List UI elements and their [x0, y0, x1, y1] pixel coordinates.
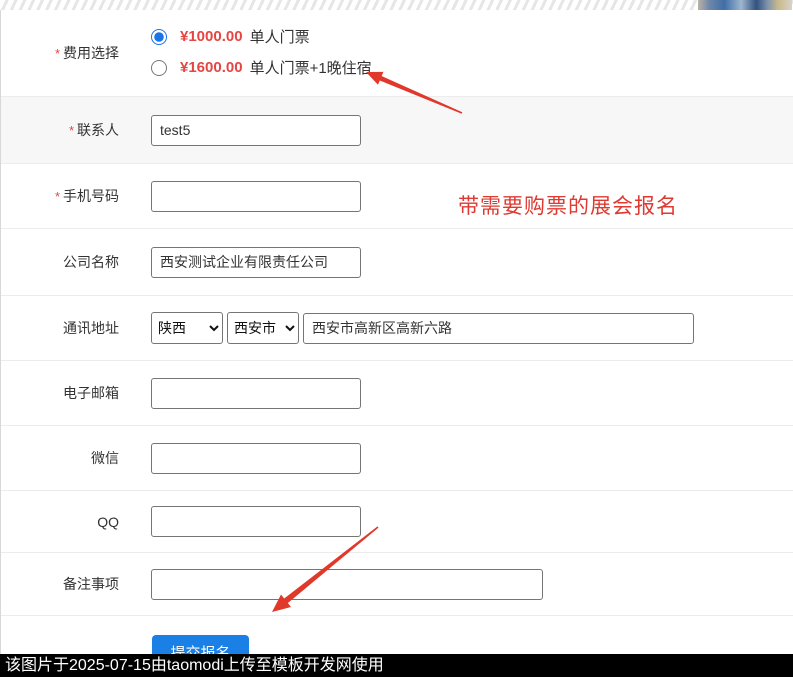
field-control-mobile: [151, 181, 361, 212]
field-control-wechat: [151, 443, 361, 474]
field-label-wechat: 微信: [1, 448, 119, 468]
fee-radio-group: ¥1000.00 单人门票 ¥1600.00 单人门票+1晚住宿: [151, 26, 372, 78]
fee-price: ¥1600.00: [180, 59, 243, 76]
form-row-wechat: 微信: [1, 425, 793, 490]
wechat-input[interactable]: [151, 443, 361, 474]
red-annotation-text: 带需要购票的展会报名: [458, 190, 678, 220]
field-label-text-address: 通讯地址: [63, 320, 119, 336]
company-input[interactable]: [151, 247, 361, 278]
watermark-bar: 该图片于2025-07-15由taomodi上传至模板开发网使用: [0, 654, 793, 677]
registration-form: *费用选择¥1000.00单人门票¥1600.00单人门票+1晚住宿*联系人*手…: [0, 10, 793, 677]
field-label-fee: *费用选择: [1, 43, 119, 63]
field-label-text-company: 公司名称: [63, 254, 119, 270]
field-label-email: 电子邮箱: [1, 383, 119, 403]
form-row-address: 通讯地址 陕西西安市: [1, 295, 793, 360]
field-label-text-remark: 备注事项: [63, 576, 119, 592]
form-rows: *费用选择¥1000.00单人门票¥1600.00单人门票+1晚住宿*联系人*手…: [1, 10, 793, 615]
field-control-qq: [151, 506, 361, 537]
contact-input[interactable]: [151, 115, 361, 146]
field-control-remark: [151, 569, 543, 600]
fee-radio-1-icon[interactable]: [151, 29, 167, 45]
form-row-fee: *费用选择 ¥1000.00 单人门票 ¥1600.00 单人门票+1晚住宿: [1, 10, 793, 96]
fee-desc: 单人门票: [250, 26, 310, 47]
required-asterisk: *: [55, 46, 60, 61]
form-row-contact: *联系人: [1, 96, 793, 163]
address-detail-input[interactable]: [303, 313, 694, 344]
field-control-contact: [151, 115, 361, 146]
field-label-text-contact: 联系人: [77, 122, 119, 138]
field-label-text-fee: 费用选择: [63, 45, 119, 61]
field-label-text-mobile: 手机号码: [63, 188, 119, 204]
fee-option-2[interactable]: ¥1600.00 单人门票+1晚住宿: [151, 57, 372, 78]
fee-desc: 单人门票+1晚住宿: [250, 57, 372, 78]
address-select-province[interactable]: 陕西: [151, 312, 223, 344]
email-input[interactable]: [151, 378, 361, 409]
remark-input[interactable]: [151, 569, 543, 600]
form-row-email: 电子邮箱: [1, 360, 793, 425]
field-label-text-email: 电子邮箱: [63, 385, 119, 401]
field-control-email: [151, 378, 361, 409]
qq-input[interactable]: [151, 506, 361, 537]
field-label-company: 公司名称: [1, 252, 119, 272]
field-label-text-wechat: 微信: [91, 450, 119, 466]
fee-radio-2-icon[interactable]: [151, 60, 167, 76]
required-asterisk: *: [55, 189, 60, 204]
field-label-mobile: *手机号码: [1, 186, 119, 206]
fee-option-1[interactable]: ¥1000.00 单人门票: [151, 26, 372, 47]
field-control-fee: ¥1000.00 单人门票 ¥1600.00 单人门票+1晚住宿: [151, 26, 372, 80]
form-row-remark: 备注事项: [1, 552, 793, 615]
field-label-text-qq: QQ: [97, 514, 119, 530]
form-row-company: 公司名称: [1, 228, 793, 295]
field-label-qq: QQ: [1, 514, 119, 530]
field-label-contact: *联系人: [1, 120, 119, 140]
required-asterisk: *: [69, 123, 74, 138]
mobile-input[interactable]: [151, 181, 361, 212]
fee-price: ¥1000.00: [180, 28, 243, 45]
address-select-city[interactable]: 西安市: [227, 312, 299, 344]
form-row-qq: QQ: [1, 490, 793, 552]
field-control-address: 陕西西安市: [151, 312, 694, 344]
top-striped-banner: [0, 0, 793, 10]
field-control-company: [151, 247, 361, 278]
field-label-address: 通讯地址: [1, 318, 119, 338]
field-label-remark: 备注事项: [1, 574, 119, 594]
